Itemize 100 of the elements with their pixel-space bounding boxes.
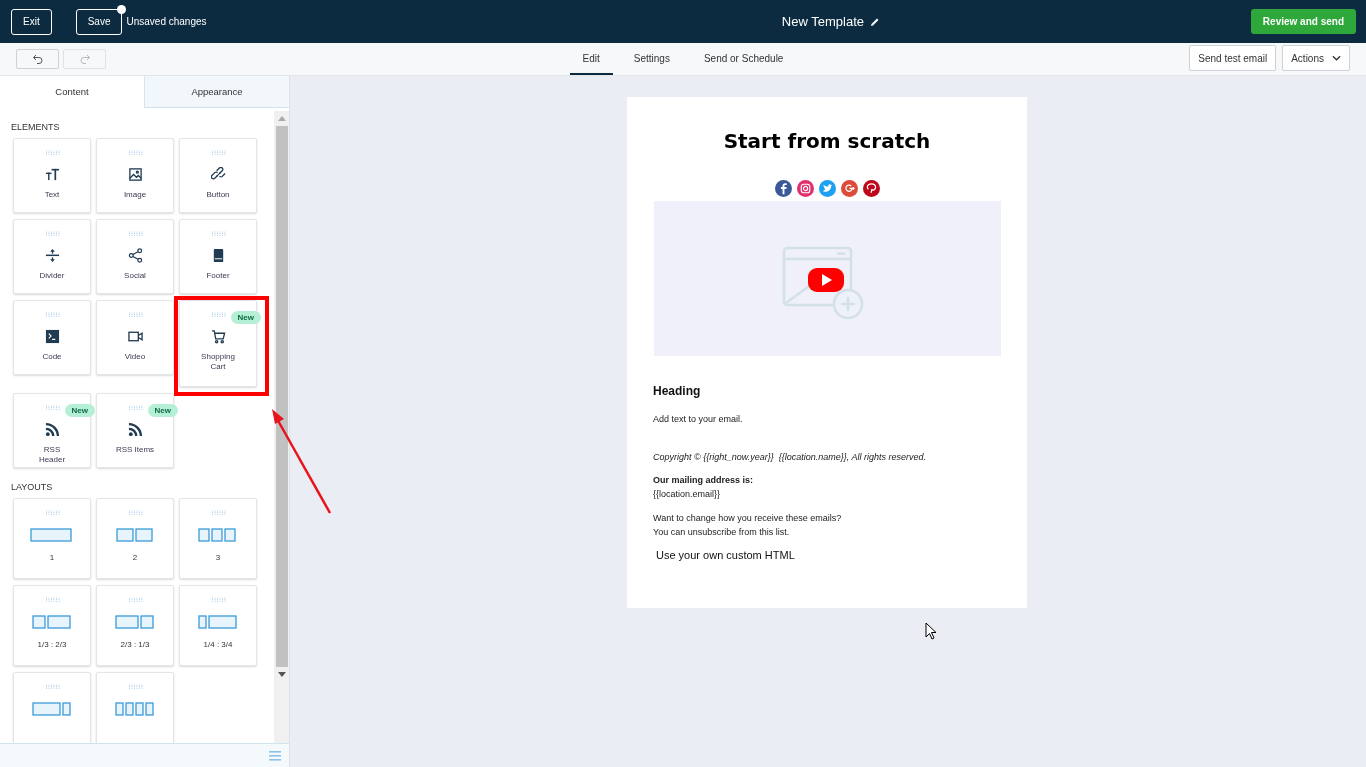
- link-element-icon: [210, 167, 226, 182]
- drag-handle-icon[interactable]: [127, 312, 143, 317]
- layout-tile[interactable]: 1: [13, 498, 91, 579]
- save-button[interactable]: Save: [75, 8, 123, 35]
- element-tile[interactable]: Video: [96, 300, 174, 375]
- element-label: Divider: [38, 271, 66, 281]
- email-heading: Heading: [653, 384, 702, 398]
- drag-handle-icon[interactable]: [210, 510, 226, 515]
- element-label: Button: [205, 190, 231, 200]
- mouse-cursor-icon: [925, 622, 937, 640]
- drag-handle-icon[interactable]: [127, 597, 143, 602]
- column-layout-icon: [114, 702, 156, 716]
- layout-tile[interactable]: [96, 672, 174, 743]
- social-icon[interactable]: [818, 180, 836, 197]
- new-badge: New: [147, 404, 178, 417]
- text-element-icon: [44, 167, 60, 182]
- new-badge: New: [230, 311, 261, 324]
- element-label: RSS Items: [114, 445, 156, 455]
- undo-icon: [31, 54, 44, 64]
- drag-handle-icon[interactable]: [127, 684, 143, 689]
- element-label: Social: [123, 271, 147, 281]
- column-layout-icon: [30, 528, 74, 542]
- drag-handle-icon[interactable]: [127, 231, 143, 236]
- undo-button[interactable]: [16, 49, 59, 69]
- new-badge: New: [64, 404, 95, 417]
- drag-handle-icon[interactable]: [44, 510, 60, 515]
- layout-label: 1/3 : 2/3: [37, 640, 67, 649]
- drag-handle-icon[interactable]: [127, 510, 143, 515]
- element-tile[interactable]: Text: [13, 138, 91, 213]
- editor-tab[interactable]: Send or Schedule: [690, 43, 797, 75]
- scroll-up-icon[interactable]: [277, 116, 286, 121]
- layout-tile[interactable]: 1/4 : 3/4: [179, 585, 257, 666]
- editor-tab[interactable]: Settings: [620, 43, 683, 75]
- custom-html-text: Use your own custom HTML: [656, 549, 796, 561]
- redo-icon: [78, 54, 91, 64]
- scrollbar[interactable]: [274, 111, 289, 743]
- drag-handle-icon[interactable]: [44, 597, 60, 602]
- template-title: New Template: [781, 14, 864, 29]
- element-label: Shopping Cart: [200, 352, 236, 372]
- drag-handle-icon[interactable]: [127, 150, 143, 155]
- column-layout-icon: [114, 615, 156, 629]
- element-tile[interactable]: Image: [96, 138, 174, 213]
- mailing-address: {{location.email}}: [653, 488, 722, 501]
- layout-tile[interactable]: 2: [96, 498, 174, 579]
- rss-element-icon: [127, 422, 143, 437]
- column-layout-icon: [31, 702, 73, 716]
- cart-element-icon: [210, 329, 226, 344]
- exit-button[interactable]: Exit: [11, 8, 52, 35]
- drag-handle-icon[interactable]: [44, 405, 60, 410]
- layout-tile[interactable]: [13, 672, 91, 743]
- video-element-icon: [127, 329, 143, 344]
- layout-label: 2: [132, 553, 138, 562]
- social-element-icon: [127, 248, 143, 263]
- mailing-address-label: Our mailing address is:: [653, 474, 755, 487]
- column-layout-icon: [115, 528, 155, 542]
- column-layout-icon: [198, 528, 238, 542]
- drag-handle-icon[interactable]: [210, 312, 226, 317]
- element-tile[interactable]: Footer: [179, 219, 257, 294]
- social-icon[interactable]: [796, 180, 814, 197]
- social-icon[interactable]: [774, 180, 792, 197]
- divider-element-icon: [44, 248, 60, 263]
- scroll-down-icon[interactable]: [277, 672, 286, 677]
- layout-tile[interactable]: 3: [179, 498, 257, 579]
- actions-button[interactable]: Actions: [1282, 45, 1350, 71]
- send-test-email-button[interactable]: Send test email: [1189, 45, 1277, 71]
- drag-handle-icon[interactable]: [44, 684, 60, 689]
- menu-icon[interactable]: [269, 750, 281, 761]
- layout-tile[interactable]: 1/3 : 2/3: [13, 585, 91, 666]
- chevron-down-icon: [1332, 55, 1341, 61]
- layout-label: 1: [49, 553, 55, 562]
- layout-label: 2/3 : 1/3: [120, 640, 150, 649]
- save-status: Unsaved changes: [126, 16, 207, 27]
- drag-handle-icon[interactable]: [210, 231, 226, 236]
- panel-tab[interactable]: Appearance: [144, 76, 289, 108]
- element-label: Footer: [205, 271, 231, 281]
- element-tile[interactable]: Button: [179, 138, 257, 213]
- social-icon[interactable]: [840, 180, 858, 197]
- element-tile[interactable]: Social: [96, 219, 174, 294]
- element-tile[interactable]: Divider: [13, 219, 91, 294]
- drag-handle-icon[interactable]: [210, 597, 226, 602]
- drag-handle-icon[interactable]: [44, 150, 60, 155]
- social-icon[interactable]: [862, 180, 880, 197]
- column-layout-icon: [197, 615, 239, 629]
- drag-handle-icon[interactable]: [210, 150, 226, 155]
- section-heading: ELEMENTS: [11, 122, 61, 132]
- drag-handle-icon[interactable]: [44, 312, 60, 317]
- editor-tab[interactable]: Edit: [569, 43, 613, 75]
- drag-handle-icon[interactable]: [44, 231, 60, 236]
- unsubscribe-text: Want to change how you receive these emails?: [653, 512, 843, 525]
- code-element-icon: [44, 329, 60, 344]
- drag-handle-icon[interactable]: [127, 405, 143, 410]
- layout-label: 3: [215, 553, 221, 562]
- element-tile[interactable]: Code: [13, 300, 91, 375]
- unsubscribe-text: You can unsubscribe from this list.: [653, 526, 791, 539]
- element-label: RSS Header: [37, 445, 67, 465]
- element-label: Text: [43, 190, 61, 200]
- element-label: Video: [123, 352, 147, 362]
- layout-tile[interactable]: 2/3 : 1/3: [96, 585, 174, 666]
- pencil-icon[interactable]: [870, 16, 880, 27]
- rss-element-icon: [44, 422, 60, 437]
